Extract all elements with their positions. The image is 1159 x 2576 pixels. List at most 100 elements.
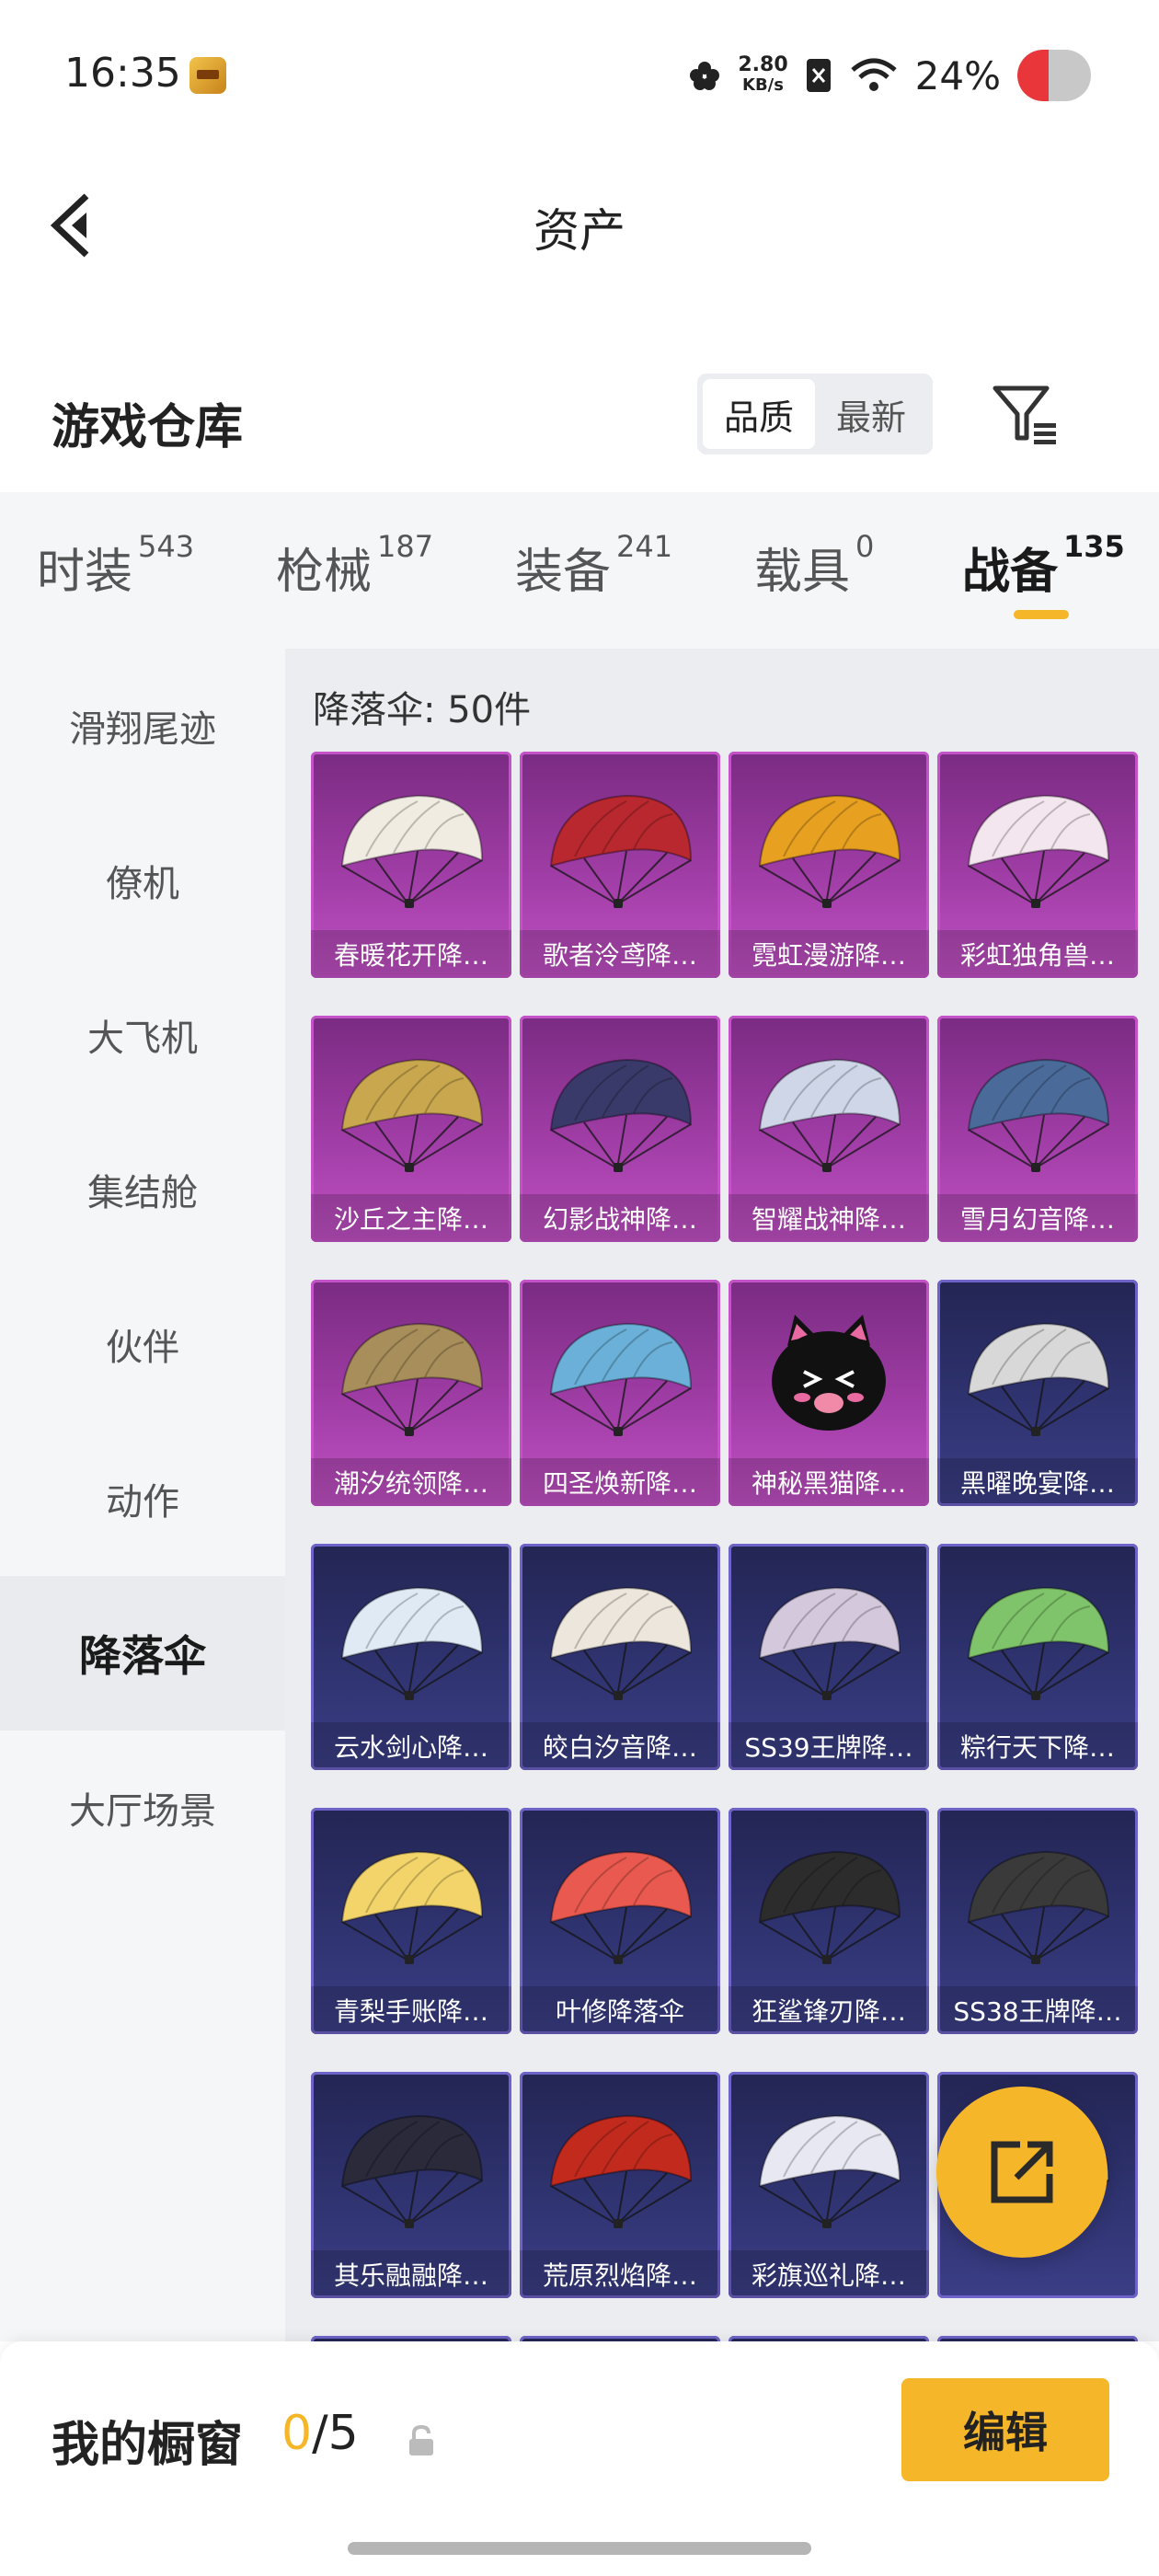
item-card-label: 狂鲨锋刃降… bbox=[729, 1986, 929, 2034]
game-app-icon bbox=[189, 57, 226, 94]
item-card-label: 春暖花开降… bbox=[311, 930, 511, 978]
sort-option-quality[interactable]: 品质 bbox=[703, 379, 815, 449]
edit-button[interactable]: 编辑 bbox=[901, 2378, 1109, 2481]
battery-percent: 24% bbox=[914, 52, 1001, 98]
item-card-label: SS38王牌降… bbox=[937, 1986, 1138, 2034]
item-card[interactable]: 沙丘之主降… bbox=[311, 1016, 511, 1242]
tab-weapons[interactable]: 枪械 187 bbox=[276, 529, 433, 602]
item-card[interactable]: 春暖花开降… bbox=[311, 752, 511, 978]
item-card-label: 雪月幻音降… bbox=[937, 1194, 1138, 1242]
parachute-icon bbox=[549, 1322, 693, 1436]
item-card-label: 叶修降落伞 bbox=[520, 1986, 720, 2034]
sidebar-item-glide-trail[interactable]: 滑翔尾迹 bbox=[0, 649, 285, 803]
category-tabs: 时装 543 枪械 187 装备 241 载具 0 战备 135 bbox=[0, 492, 1159, 649]
item-card[interactable]: 叶修降落伞 bbox=[520, 1808, 720, 2034]
item-card-label: 歌者泠鸢降… bbox=[520, 930, 720, 978]
item-card-label: 皎白汐音降… bbox=[520, 1722, 720, 1770]
parachute-icon bbox=[340, 1058, 484, 1172]
warehouse-title: 游戏仓库 bbox=[52, 400, 244, 455]
item-card[interactable]: 皎白汐音降… bbox=[520, 1544, 720, 1770]
parachute-icon bbox=[967, 1322, 1110, 1436]
parachute-icon bbox=[340, 1322, 484, 1436]
sim-off-icon bbox=[806, 59, 831, 92]
item-card[interactable]: SS39王牌降… bbox=[729, 1544, 929, 1770]
parachute-icon bbox=[758, 794, 901, 908]
sidebar-item-emote[interactable]: 动作 bbox=[0, 1421, 285, 1576]
sort-option-latest[interactable]: 最新 bbox=[815, 379, 927, 449]
tab-fashion[interactable]: 时装 543 bbox=[37, 529, 194, 602]
warehouse-header: 游戏仓库 品质 最新 bbox=[0, 359, 1159, 478]
parachute-icon bbox=[758, 1058, 901, 1172]
status-right: 2.80 KB/s 24% bbox=[688, 48, 1091, 103]
item-card-label: 四圣焕新降… bbox=[520, 1458, 720, 1506]
item-card-label: 粽行天下降… bbox=[937, 1722, 1138, 1770]
network-speed: 2.80 KB/s bbox=[738, 53, 788, 96]
parachute-icon bbox=[967, 1850, 1110, 1964]
parachute-icon bbox=[340, 1850, 484, 1964]
sort-toggle: 品质 最新 bbox=[697, 374, 933, 454]
item-card-label: 云水剑心降… bbox=[311, 1722, 511, 1770]
wifi-icon bbox=[851, 58, 897, 91]
status-time: 16:35 bbox=[64, 50, 181, 97]
black-cat-icon bbox=[772, 1315, 886, 1431]
sidebar-item-assembly-pod[interactable]: 集结舱 bbox=[0, 1112, 285, 1267]
item-card[interactable]: 潮汐统领降… bbox=[311, 1280, 511, 1506]
share-icon bbox=[991, 2141, 1053, 2203]
sidebar-item-parachute[interactable]: 降落伞 bbox=[0, 1576, 285, 1731]
item-card-label: 沙丘之主降… bbox=[311, 1194, 511, 1242]
filter-icon[interactable] bbox=[992, 383, 1060, 447]
item-card[interactable]: 神秘黑猫降… bbox=[729, 1280, 929, 1506]
item-card-label: 彩虹独角兽… bbox=[937, 930, 1138, 978]
home-indicator[interactable] bbox=[348, 2542, 811, 2555]
item-card[interactable]: 黑曜晚宴降… bbox=[937, 1280, 1138, 1506]
item-card-label: SS39王牌降… bbox=[729, 1722, 929, 1770]
sidebar-item-big-plane[interactable]: 大飞机 bbox=[0, 958, 285, 1112]
item-card-label: 潮汐统领降… bbox=[311, 1458, 511, 1506]
showcase-label: 我的橱窗 bbox=[52, 2418, 244, 2473]
item-card[interactable]: 彩旗巡礼降… bbox=[729, 2072, 929, 2298]
item-card[interactable]: SS38王牌降… bbox=[937, 1808, 1138, 2034]
parachute-icon bbox=[758, 2114, 901, 2228]
item-card[interactable]: 霓虹漫游降… bbox=[729, 752, 929, 978]
item-card[interactable]: 荒原烈焰降… bbox=[520, 2072, 720, 2298]
parachute-icon bbox=[340, 794, 484, 908]
item-card-label: 彩旗巡礼降… bbox=[729, 2250, 929, 2298]
parachute-icon bbox=[967, 794, 1110, 908]
item-card-label: 幻影战神降… bbox=[520, 1194, 720, 1242]
item-count-title: 降落伞: 50件 bbox=[313, 689, 532, 731]
status-bar: 16:35 2.80 KB/s 24% bbox=[0, 0, 1159, 152]
item-card[interactable]: 雪月幻音降… bbox=[937, 1016, 1138, 1242]
tab-equipment[interactable]: 装备 241 bbox=[515, 529, 672, 602]
item-card[interactable]: 青梨手账降… bbox=[311, 1808, 511, 2034]
item-card[interactable]: 狂鲨锋刃降… bbox=[729, 1808, 929, 2034]
item-card[interactable]: 彩虹独角兽… bbox=[937, 752, 1138, 978]
share-button[interactable] bbox=[936, 2087, 1107, 2258]
item-card[interactable]: 智耀战神降… bbox=[729, 1016, 929, 1242]
parachute-icon bbox=[549, 794, 693, 908]
parachute-icon bbox=[549, 1586, 693, 1700]
flower-icon bbox=[690, 62, 720, 90]
showcase-bar: 我的橱窗 0/5 编辑 bbox=[0, 2341, 1159, 2576]
item-card[interactable]: 四圣焕新降… bbox=[520, 1280, 720, 1506]
tab-vehicles[interactable]: 载具 0 bbox=[754, 529, 874, 602]
item-card[interactable]: 其乐融融降… bbox=[311, 2072, 511, 2298]
item-card[interactable]: 幻影战神降… bbox=[520, 1016, 720, 1242]
sidebar-item-companion[interactable]: 伙伴 bbox=[0, 1267, 285, 1421]
parachute-icon bbox=[340, 1586, 484, 1700]
item-card-label: 黑曜晚宴降… bbox=[937, 1458, 1138, 1506]
parachute-icon bbox=[549, 1850, 693, 1964]
parachute-icon bbox=[758, 1850, 901, 1964]
item-card[interactable]: 歌者泠鸢降… bbox=[520, 752, 720, 978]
parachute-icon bbox=[758, 1586, 901, 1700]
sidebar-item-wingman[interactable]: 僚机 bbox=[0, 803, 285, 958]
parachute-icon bbox=[967, 1586, 1110, 1700]
item-card-label: 荒原烈焰降… bbox=[520, 2250, 720, 2298]
tab-combat-gear[interactable]: 战备 135 bbox=[962, 529, 1125, 602]
parachute-icon bbox=[549, 1058, 693, 1172]
sidebar-item-lobby-scene[interactable]: 大厅场景 bbox=[0, 1731, 285, 1885]
battery-icon bbox=[1017, 50, 1091, 101]
item-card[interactable]: 云水剑心降… bbox=[311, 1544, 511, 1770]
top-bar: 资产 bbox=[0, 152, 1159, 299]
item-card[interactable]: 粽行天下降… bbox=[937, 1544, 1138, 1770]
parachute-icon bbox=[549, 2114, 693, 2228]
